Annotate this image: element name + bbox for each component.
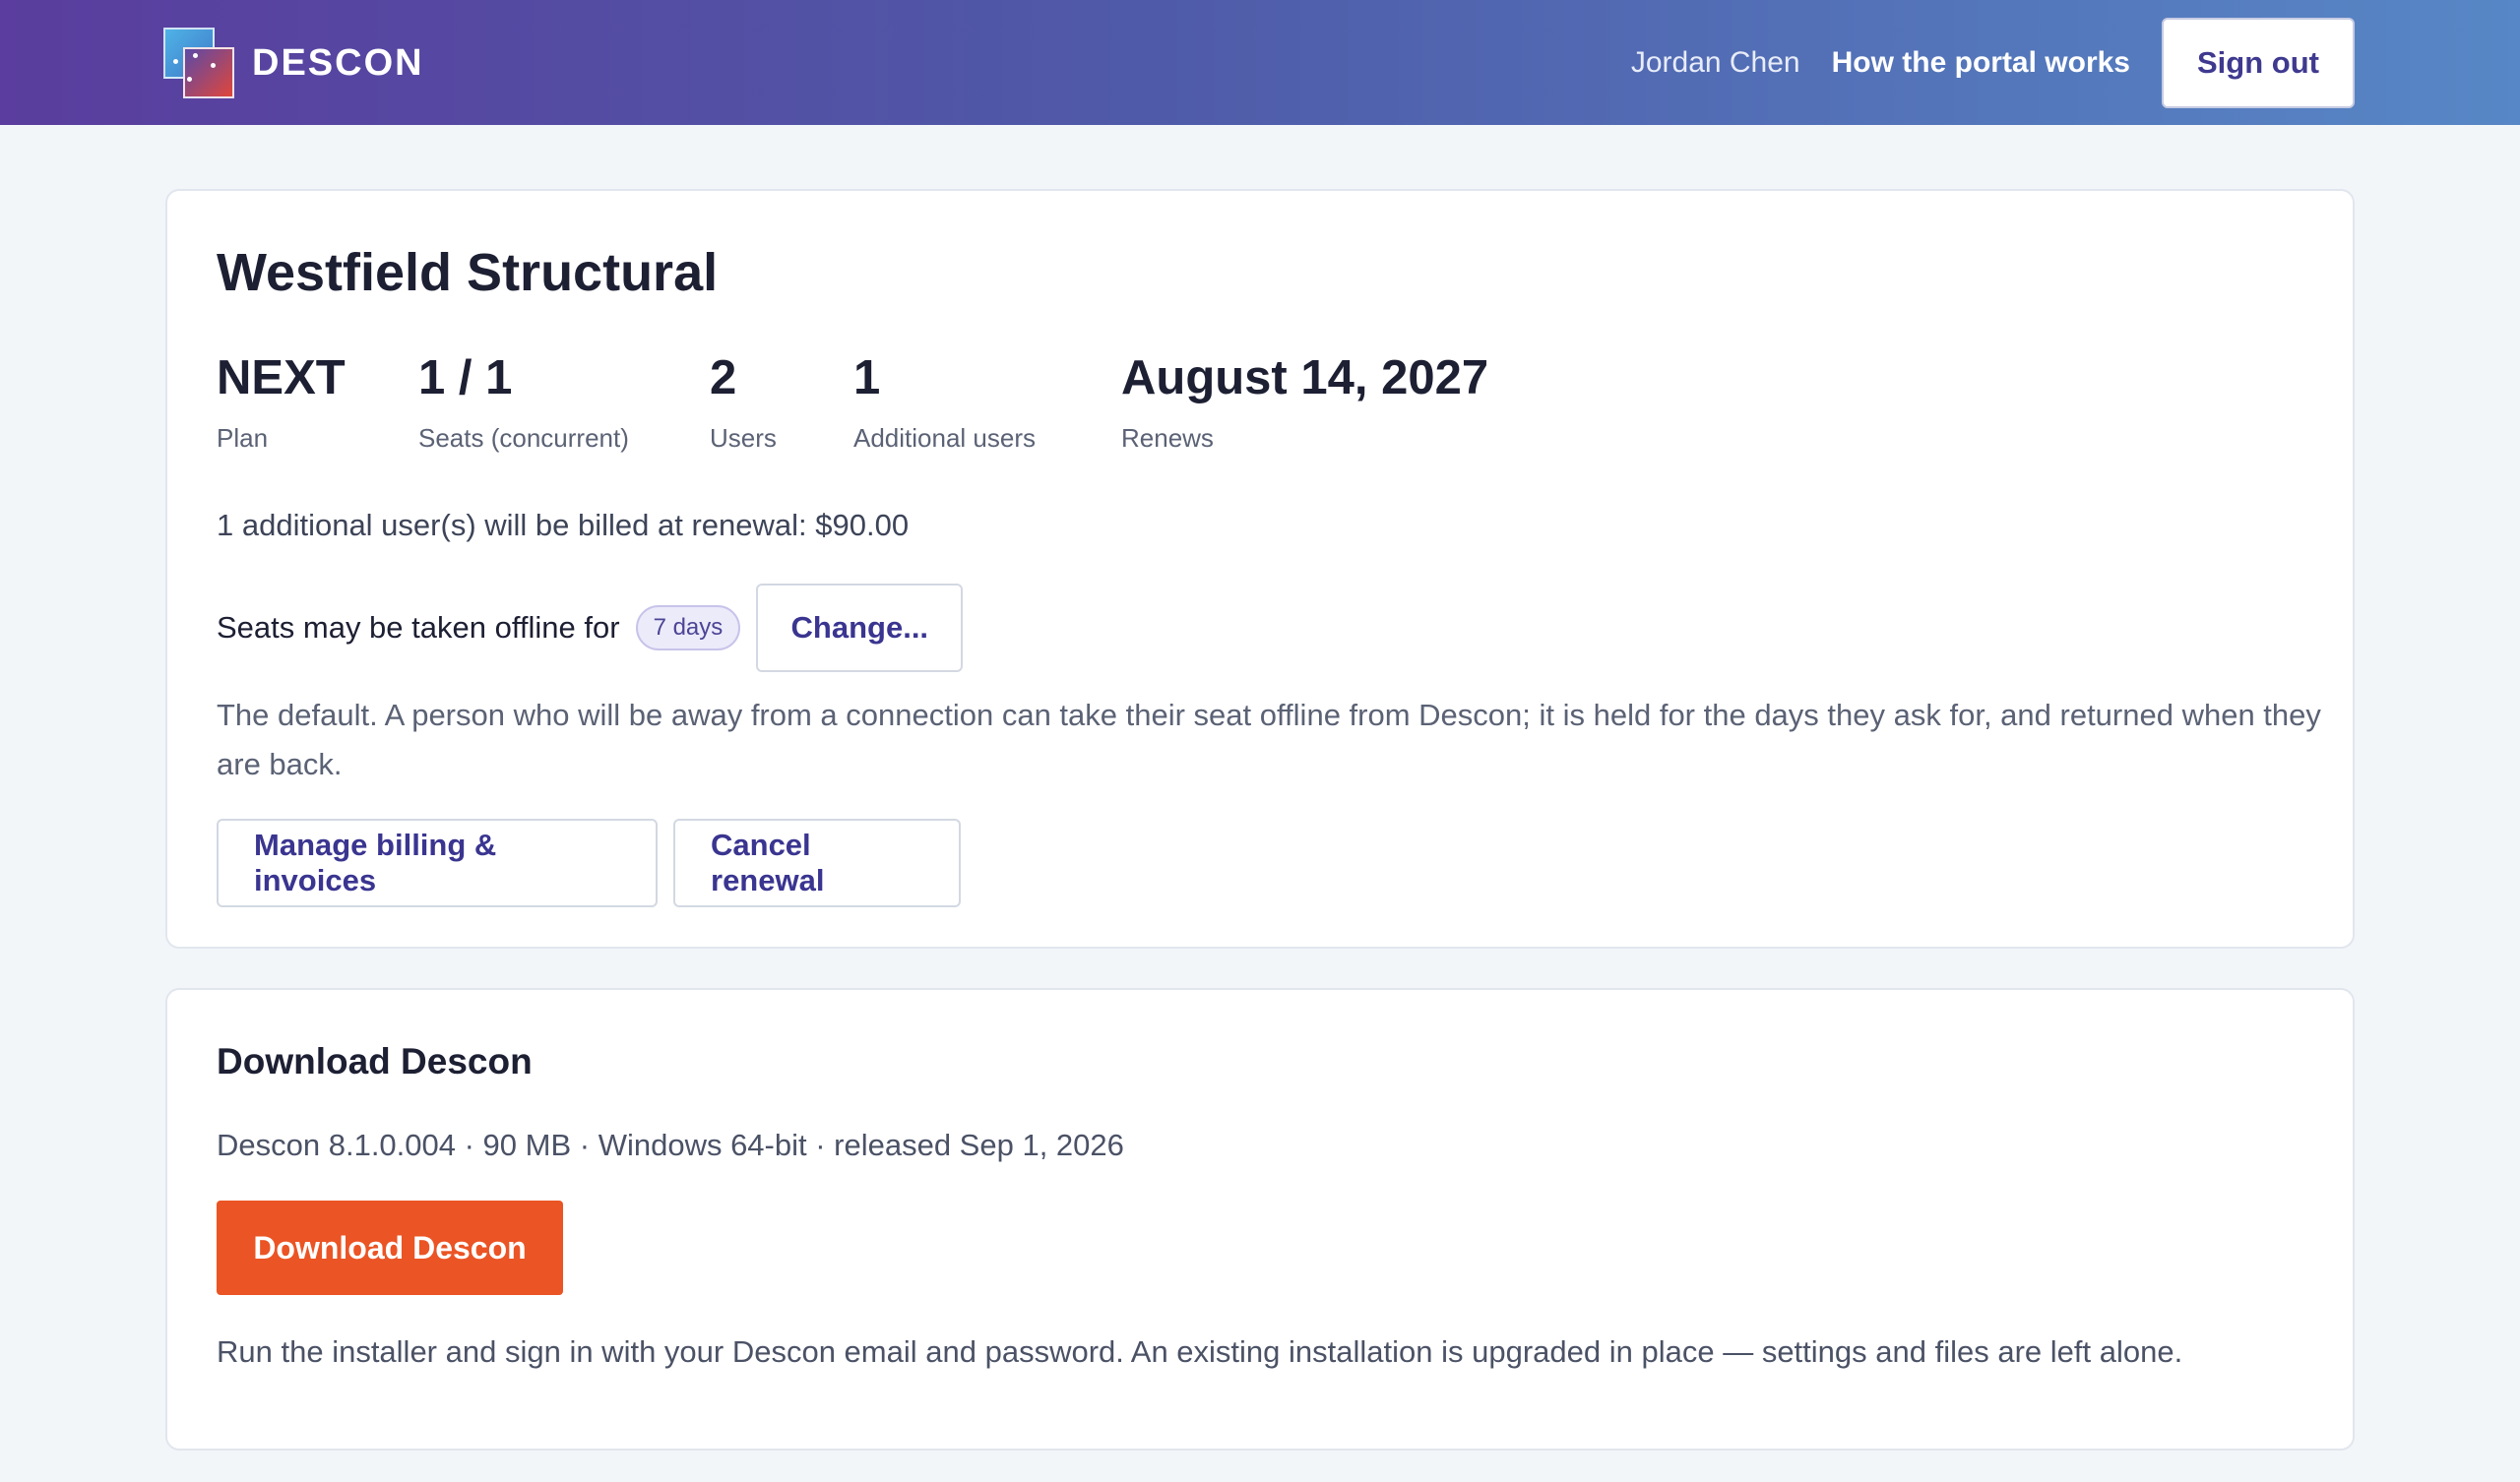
download-button[interactable]: Download Descon — [217, 1201, 563, 1295]
stat-renews: August 14, 2027 Renews — [1121, 348, 1488, 454]
top-header: DESCON Jordan Chen How the portal works … — [0, 0, 2520, 125]
stat-users: 2 Users — [710, 348, 853, 454]
change-offline-button[interactable]: Change... — [756, 584, 964, 672]
stat-value: 1 / 1 — [418, 351, 513, 404]
offline-text: Seats may be taken offline for — [217, 610, 620, 645]
download-meta: Descon 8.1.0.004 · 90 MB · Windows 64-bi… — [217, 1128, 1124, 1162]
download-card: Download Descon Descon 8.1.0.004 · 90 MB… — [165, 988, 2355, 1451]
stat-label: Renews — [1121, 423, 1214, 453]
how-portal-works-link[interactable]: How the portal works — [1832, 46, 2130, 80]
stat-label: Plan — [217, 423, 269, 453]
stat-label: Additional users — [853, 423, 1036, 453]
download-note: Run the installer and sign in with your … — [217, 1334, 2183, 1369]
stat-plan: NEXT Plan — [217, 348, 418, 454]
organization-name: Westfield Structural — [217, 243, 719, 302]
subscription-stats: NEXT Plan 1 / 1 Seats (concurrent) 2 Use… — [217, 348, 1488, 454]
stat-value: NEXT — [217, 351, 346, 404]
stat-label: Users — [710, 423, 777, 453]
download-title: Download Descon — [217, 1041, 533, 1081]
offline-setting-row: Seats may be taken offline for 7 days Ch… — [217, 583, 964, 673]
header-nav: Jordan Chen How the portal works Sign ou… — [1631, 18, 2355, 108]
stat-additional-users: 1 Additional users — [853, 348, 1121, 454]
brand-name: DESCON — [252, 41, 424, 84]
brand[interactable]: DESCON — [163, 28, 424, 98]
cancel-renewal-button[interactable]: Cancel renewal — [673, 819, 961, 907]
stat-value: 2 — [710, 351, 737, 404]
account-actions: Manage billing & invoices Cancel renewal — [217, 819, 961, 907]
sign-out-button[interactable]: Sign out — [2162, 18, 2355, 108]
descon-logo-icon — [163, 28, 234, 98]
manage-billing-button[interactable]: Manage billing & invoices — [217, 819, 658, 907]
billing-note: 1 additional user(s) will be billed at r… — [217, 508, 910, 542]
stat-value: August 14, 2027 — [1121, 351, 1489, 404]
offline-days-badge: 7 days — [635, 605, 741, 650]
user-name: Jordan Chen — [1630, 46, 1800, 79]
account-card: Westfield Structural NEXT Plan 1 / 1 Sea… — [165, 189, 2355, 949]
stat-label: Seats (concurrent) — [418, 423, 629, 453]
offline-description: The default. A person who will be away f… — [217, 698, 2321, 781]
stat-value: 1 — [853, 351, 881, 404]
stat-seats: 1 / 1 Seats (concurrent) — [418, 348, 710, 454]
